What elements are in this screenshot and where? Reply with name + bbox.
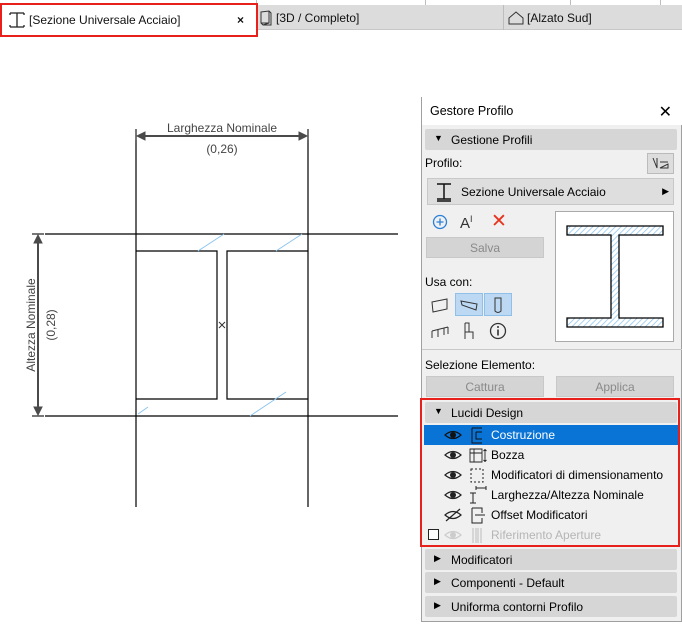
eye-icon[interactable] (444, 428, 462, 442)
section-modificatori[interactable]: ▶ Modificatori (425, 549, 677, 570)
apply-button[interactable]: Applica (556, 376, 674, 397)
layer-row[interactable]: Offset Modificatori (424, 505, 678, 525)
eye-icon[interactable] (444, 468, 462, 482)
info-button[interactable] (484, 319, 512, 342)
expanded-triangle-icon: ▼ (434, 133, 443, 143)
section-componenti[interactable]: ▶ Componenti - Default (425, 572, 677, 593)
i-beam-preview (566, 225, 664, 328)
usa-con-label: Usa con: (425, 275, 473, 289)
section-gestione-profili[interactable]: ▼ Gestione Profili (425, 129, 677, 150)
tab-label: [Alzato Sud] (527, 10, 592, 25)
use-with-beam-button[interactable] (455, 293, 483, 316)
use-with-railing-button[interactable] (426, 319, 454, 342)
height-value: (0,28) (44, 309, 58, 340)
offset-modifiers-icon (471, 507, 485, 524)
section-label: Modificatori (451, 553, 513, 567)
nominal-size-icon (470, 486, 487, 504)
beam-icon (460, 299, 478, 311)
opening-reference-icon (472, 528, 482, 543)
3d-view-icon (260, 9, 272, 25)
eye-icon[interactable] (444, 488, 462, 502)
railing-icon (431, 326, 449, 338)
tab-3d[interactable]: [3D / Completo] (259, 5, 359, 30)
submenu-arrow-icon: ▶ (662, 186, 669, 196)
panel-title-bar: Gestore Profilo ✕ (422, 97, 682, 125)
height-label: Altezza Nominale (24, 278, 38, 372)
use-with-object-button[interactable] (455, 319, 483, 342)
width-label: Larghezza Nominale (167, 121, 277, 135)
eye-hidden-icon[interactable] (444, 508, 462, 522)
selezione-elemento-label: Selezione Elemento: (425, 358, 536, 372)
origin-marker (218, 321, 226, 329)
section-label: Gestione Profili (451, 133, 533, 147)
divider (503, 5, 504, 30)
width-value: (0,26) (206, 142, 237, 156)
divider (422, 349, 682, 350)
tab-alzato-sud[interactable]: [Alzato Sud] (508, 5, 592, 30)
hatch-settings-icon (652, 157, 669, 169)
layer-checkbox[interactable] (428, 529, 439, 540)
layer-label: Costruzione (491, 428, 556, 442)
layer-row[interactable]: Larghezza/Altezza Nominale (424, 485, 678, 505)
layer-row[interactable]: Modificatori di dimensionamento (424, 465, 678, 485)
save-button[interactable]: Salva (426, 237, 544, 258)
collapsed-triangle-icon: ▶ (434, 576, 441, 586)
delete-profile-icon[interactable]: ✕ (491, 210, 507, 233)
profile-preview (555, 211, 674, 342)
layer-label: Modificatori di dimensionamento (491, 468, 664, 482)
section-lucidi-design[interactable]: ▼ Lucidi Design (425, 402, 677, 423)
layer-row[interactable]: Costruzione (424, 425, 678, 445)
tab-label: [3D / Completo] (276, 10, 360, 25)
section-label: Lucidi Design (451, 406, 524, 420)
sizing-modifiers-icon (470, 468, 484, 483)
new-profile-icon[interactable] (432, 214, 448, 230)
slab-icon (431, 297, 448, 313)
use-with-slab-button[interactable] (426, 293, 454, 316)
tab-label: [Sezione Universale Acciaio] (29, 13, 181, 27)
use-with-column-button[interactable] (484, 293, 512, 316)
capture-button[interactable]: Cattura (426, 376, 544, 397)
column-icon (494, 297, 502, 313)
chair-icon (464, 322, 474, 339)
profile-canvas[interactable]: Larghezza Nominale (0,26) Altezza Nomina… (0, 40, 420, 520)
info-icon (489, 322, 507, 339)
collapsed-triangle-icon: ▶ (434, 600, 441, 610)
layer-row[interactable]: Bozza (424, 445, 678, 465)
layer-label: Bozza (491, 448, 525, 462)
panel-title: Gestore Profilo (430, 104, 514, 118)
layer-row[interactable]: Riferimento Aperture (424, 525, 678, 545)
profile-attributes-button[interactable] (647, 153, 674, 174)
section-label: Componenti - Default (451, 576, 565, 590)
section-label: Uniforma contorni Profilo (451, 600, 584, 614)
close-tab-button[interactable]: × (237, 13, 244, 27)
profile-manager-panel: Gestore Profilo ✕ ▼ Gestione Profili Prof… (420, 97, 682, 622)
draft-icon (469, 448, 487, 463)
profilo-label: Profilo: (425, 156, 463, 170)
rename-profile-icon[interactable]: AI (460, 214, 473, 232)
layer-label: Offset Modificatori (491, 508, 588, 522)
elevation-icon (508, 10, 524, 24)
profile-name: Sezione Universale Acciaio (461, 185, 606, 199)
eye-icon[interactable] (444, 448, 462, 462)
eye-icon[interactable] (444, 528, 462, 542)
collapsed-triangle-icon: ▶ (434, 553, 441, 563)
section-uniforma-contorni[interactable]: ▶ Uniforma contorni Profilo (425, 596, 677, 617)
close-panel-button[interactable]: ✕ (659, 102, 672, 122)
construction-icon (471, 427, 482, 444)
i-beam-icon (9, 12, 25, 28)
profile-select[interactable]: Sezione Universale Acciaio ▶ (427, 178, 674, 205)
tab-sezione-universale-acciaio[interactable]: [Sezione Universale Acciaio] × (0, 3, 258, 37)
layer-label: Riferimento Aperture (491, 528, 602, 542)
expanded-triangle-icon: ▼ (434, 406, 443, 416)
i-beam-icon (437, 183, 451, 202)
layer-label: Larghezza/Altezza Nominale (491, 488, 644, 502)
